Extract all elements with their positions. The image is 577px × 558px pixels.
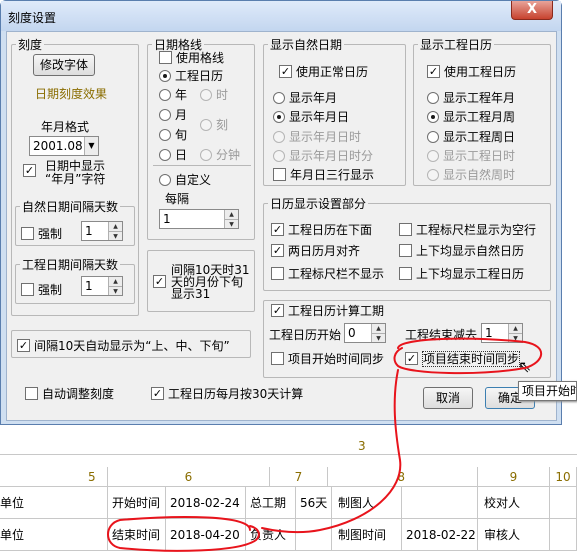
red-annotation	[107, 337, 543, 552]
annotation-arrow-stroke	[261, 369, 402, 534]
annotation-ellipse-sync-end	[393, 337, 543, 375]
annotation-ellipse-end-date	[107, 516, 260, 552]
